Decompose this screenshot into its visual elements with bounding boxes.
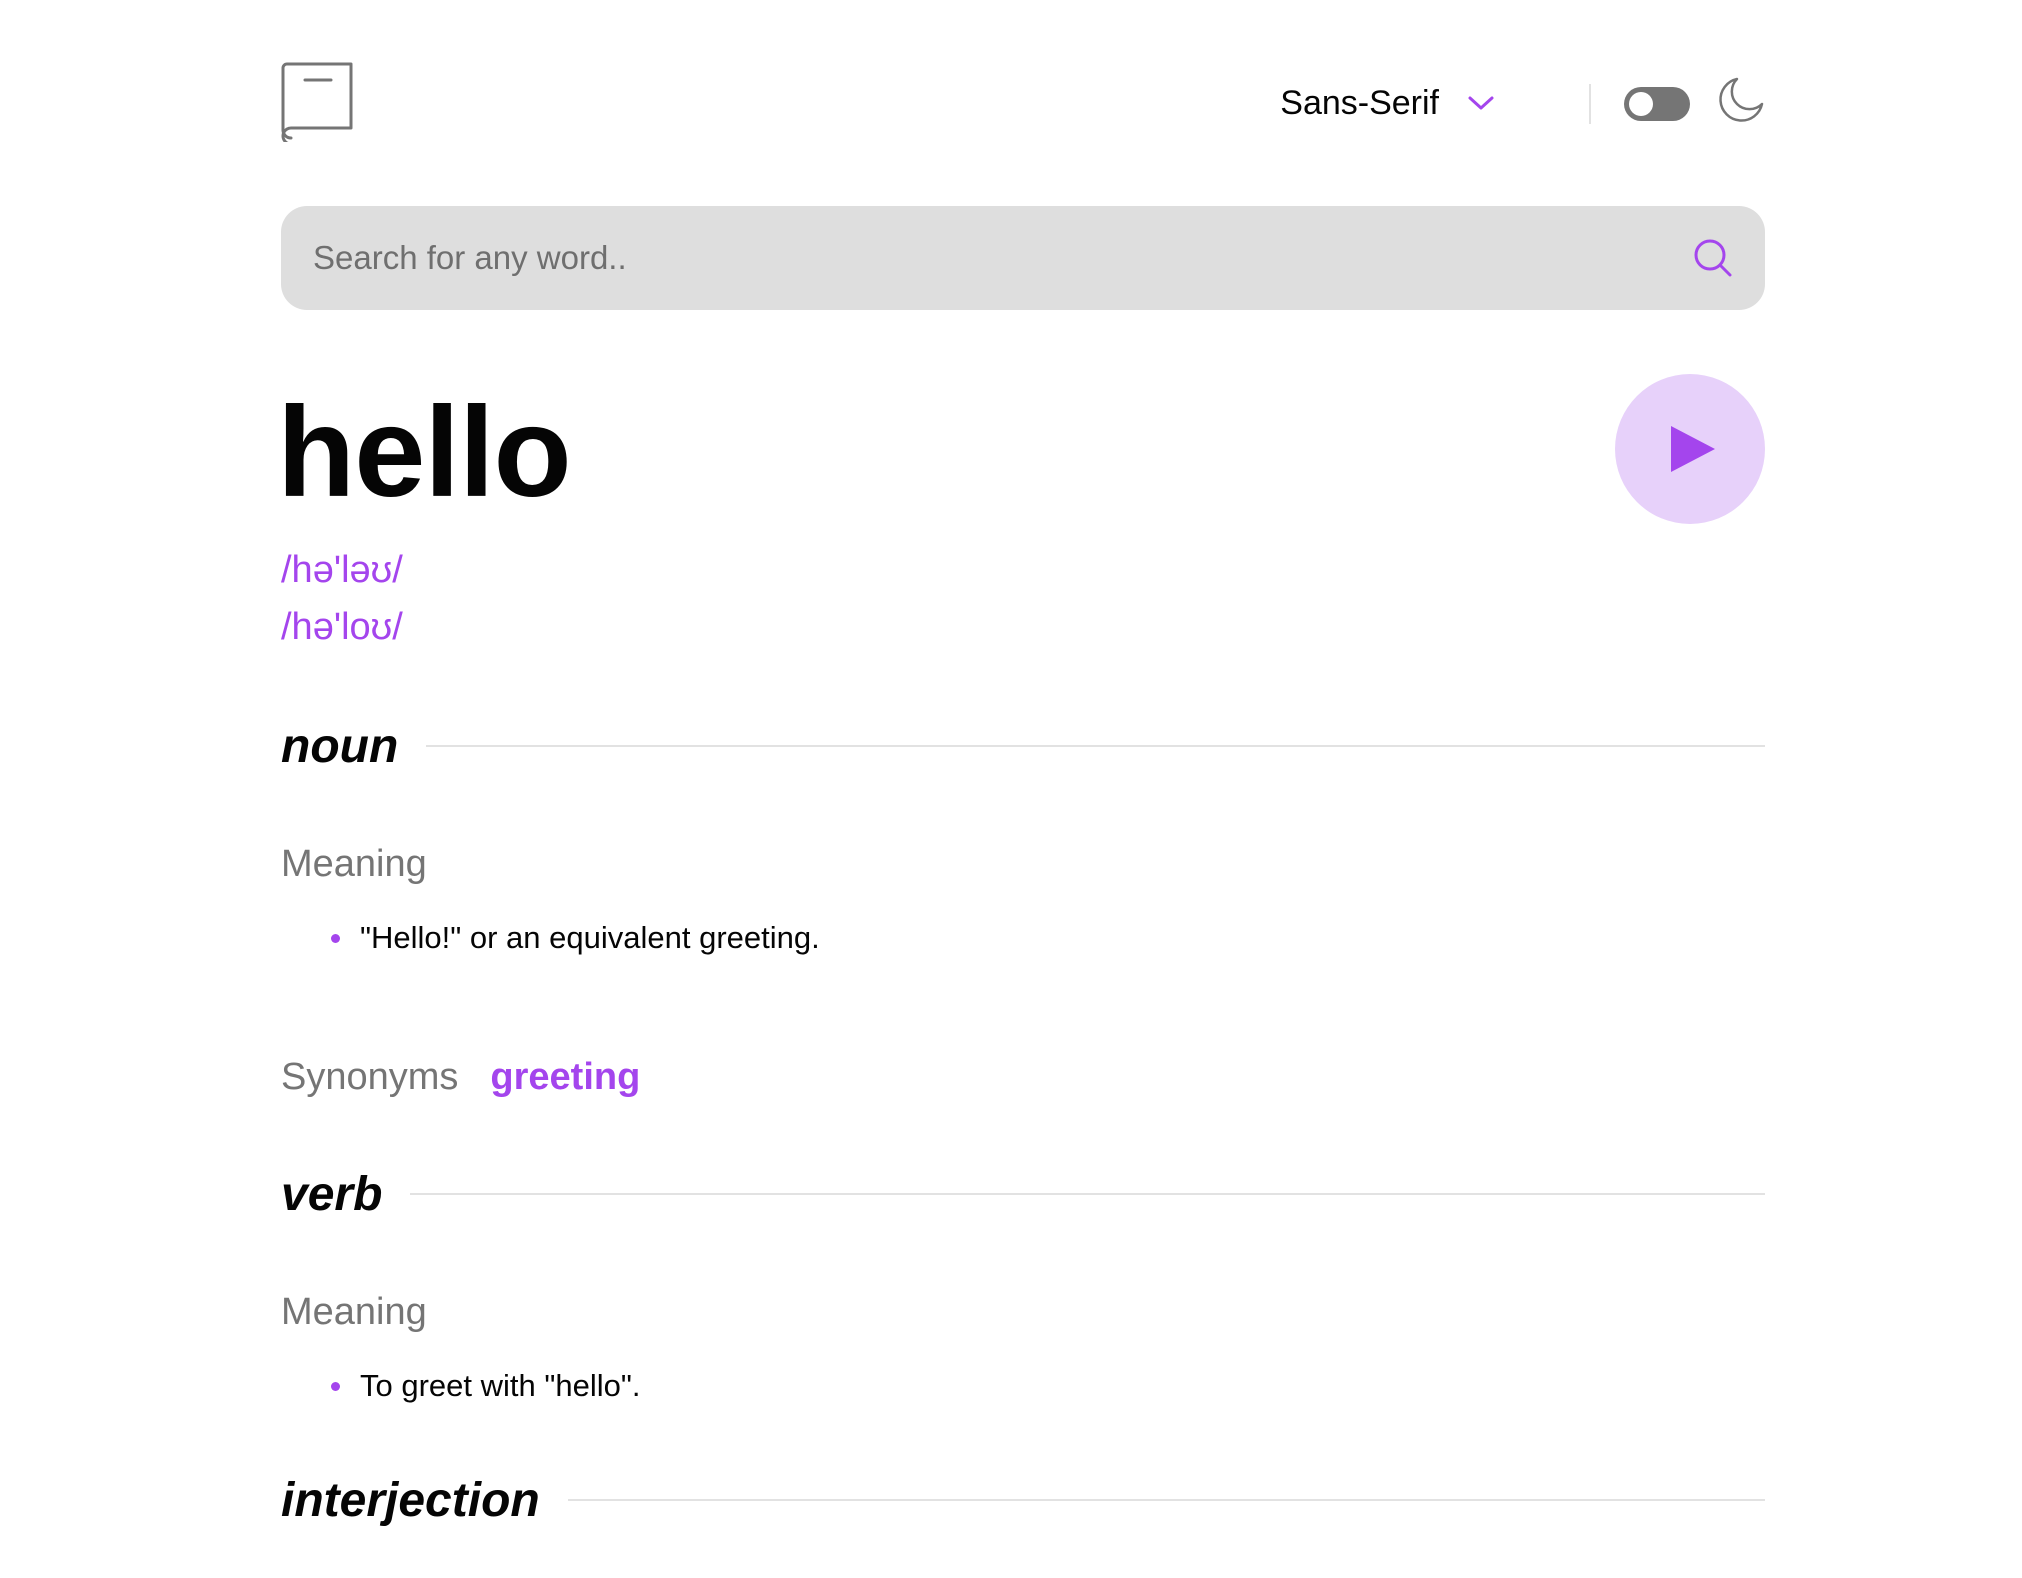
play-icon [1671, 426, 1715, 472]
meaning-heading: Meaning [281, 1291, 427, 1333]
chevron-down-icon [1468, 96, 1494, 110]
pos-label: verb [281, 1167, 383, 1221]
theme-toggle[interactable] [1624, 87, 1690, 121]
header-divider [1589, 84, 1591, 124]
search-icon[interactable] [1693, 238, 1733, 278]
pos-verb: verb [281, 1164, 1765, 1224]
pos-label: noun [281, 719, 399, 773]
definition-item: To greet with "hello". [331, 1365, 640, 1407]
definition-item: "Hello!" or an equivalent greeting. [331, 917, 820, 959]
pos-label: interjection [281, 1473, 540, 1527]
bullet [331, 1381, 340, 1391]
word-title: hello [277, 381, 572, 524]
meaning-heading: Meaning [281, 843, 427, 885]
pos-interjection: interjection [281, 1470, 1765, 1530]
pos-noun: noun [281, 716, 1765, 776]
font-select-label: Sans-Serif [1280, 83, 1439, 122]
font-select[interactable]: Sans-Serif [1280, 80, 1495, 126]
pos-divider [426, 745, 1765, 747]
toggle-knob [1629, 92, 1653, 116]
synonyms-label: Synonyms [281, 1055, 459, 1098]
search-input[interactable] [313, 206, 1673, 310]
app-header: Sans-Serif [281, 62, 1765, 144]
search-bar [281, 206, 1765, 310]
dictionary-page: Sans-Serif hello /hə'ləʊ/ /hə'loʊ/ noun [277, 0, 1765, 1578]
book-icon[interactable] [281, 62, 353, 142]
pos-divider [567, 1499, 1765, 1501]
bullet [331, 933, 340, 943]
definition-text: "Hello!" or an equivalent greeting. [360, 920, 820, 955]
pos-divider [410, 1193, 1765, 1195]
moon-icon[interactable] [1717, 76, 1765, 124]
phonetic-us: /hə'loʊ/ [281, 606, 403, 648]
definition-text: To greet with "hello". [360, 1368, 641, 1403]
synonyms-row: Synonyms greeting [281, 1052, 640, 1102]
synonym-link[interactable]: greeting [490, 1056, 640, 1099]
play-audio-button[interactable] [1615, 374, 1765, 524]
phonetic-uk: /hə'ləʊ/ [281, 549, 403, 591]
